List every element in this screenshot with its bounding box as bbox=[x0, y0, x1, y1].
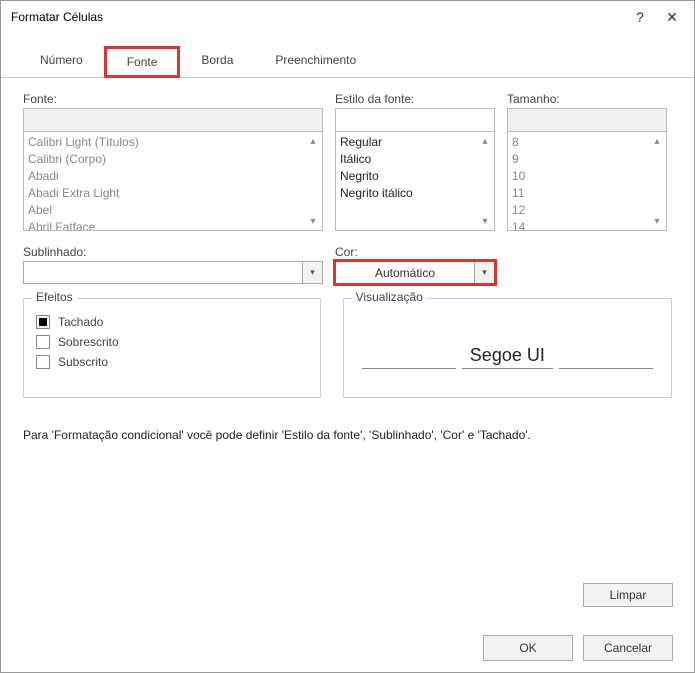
legend-efeitos: Efeitos bbox=[32, 290, 77, 304]
list-item[interactable]: Negrito bbox=[340, 168, 490, 185]
color-value: Automático bbox=[335, 261, 475, 284]
list-item[interactable]: 8 bbox=[512, 134, 662, 151]
label-tamanho: Tamanho: bbox=[507, 92, 667, 106]
dialog-title: Formatar Células bbox=[11, 10, 103, 24]
list-item[interactable]: Abadi bbox=[28, 168, 318, 185]
list-item[interactable]: Abel bbox=[28, 202, 318, 219]
font-style-list[interactable]: ▴ Regular Itálico Negrito Negrito itálic… bbox=[335, 131, 495, 231]
preview-rule bbox=[559, 368, 653, 369]
color-combo[interactable]: Automático ▾ bbox=[335, 261, 495, 284]
checkbox-icon bbox=[36, 355, 50, 369]
font-size-input[interactable] bbox=[507, 108, 667, 132]
cancel-button[interactable]: Cancelar bbox=[583, 635, 673, 661]
checkbox-label: Sobrescrito bbox=[58, 335, 119, 349]
list-item[interactable]: 12 bbox=[512, 202, 662, 219]
label-sublinhado: Sublinhado: bbox=[23, 245, 323, 259]
list-item[interactable]: Abadi Extra Light bbox=[28, 185, 318, 202]
checkbox-label: Tachado bbox=[58, 315, 103, 329]
tab-panel-fonte: Fonte: ▴ Calibri Light (Títulos) Calibri… bbox=[1, 78, 694, 452]
checkbox-label: Subscrito bbox=[58, 355, 108, 369]
label-fonte: Fonte: bbox=[23, 92, 323, 106]
font-style-input[interactable] bbox=[335, 108, 495, 132]
list-item[interactable]: 10 bbox=[512, 168, 662, 185]
chevron-down-icon[interactable]: ▾ bbox=[303, 261, 323, 284]
list-item[interactable]: Regular bbox=[340, 134, 490, 151]
label-cor: Cor: bbox=[335, 245, 495, 259]
close-button[interactable]: ✕ bbox=[658, 5, 686, 29]
list-item[interactable]: Calibri (Corpo) bbox=[28, 151, 318, 168]
clear-button[interactable]: Limpar bbox=[583, 583, 673, 607]
window-controls: ? ✕ bbox=[626, 5, 686, 29]
preview-sample-text: Segoe UI bbox=[462, 345, 553, 369]
preview-area: Segoe UI bbox=[356, 309, 659, 369]
tab-numero[interactable]: Número bbox=[19, 46, 104, 78]
scroll-down-icon[interactable]: ▾ bbox=[306, 214, 320, 228]
font-size-list[interactable]: ▴ 8 9 10 11 12 14 ▾ bbox=[507, 131, 667, 231]
underline-combo[interactable]: ▾ bbox=[23, 261, 323, 284]
tab-preenchimento[interactable]: Preenchimento bbox=[254, 46, 377, 78]
scroll-down-icon[interactable]: ▾ bbox=[478, 214, 492, 228]
list-item[interactable]: Calibri Light (Títulos) bbox=[28, 134, 318, 151]
list-item[interactable]: Itálico bbox=[340, 151, 490, 168]
list-item[interactable]: 14 bbox=[512, 219, 662, 231]
scroll-up-icon[interactable]: ▴ bbox=[306, 134, 320, 148]
preview-rule bbox=[362, 368, 456, 369]
ok-button[interactable]: OK bbox=[483, 635, 573, 661]
tab-strip: Número Fonte Borda Preenchimento bbox=[1, 45, 694, 78]
checkbox-icon bbox=[36, 315, 50, 329]
tab-borda[interactable]: Borda bbox=[180, 46, 254, 78]
checkbox-subscrito[interactable]: Subscrito bbox=[36, 355, 308, 369]
label-estilo: Estilo da fonte: bbox=[335, 92, 495, 106]
preview-group: Visualização Segoe UI bbox=[343, 298, 672, 398]
list-item[interactable]: Abril Fatface bbox=[28, 219, 318, 231]
list-item[interactable]: 11 bbox=[512, 185, 662, 202]
effects-group: Efeitos Tachado Sobrescrito Subscrito bbox=[23, 298, 321, 398]
help-button[interactable]: ? bbox=[626, 5, 654, 29]
scroll-down-icon[interactable]: ▾ bbox=[650, 214, 664, 228]
info-note: Para 'Formatação condicional' você pode … bbox=[23, 428, 672, 442]
list-item[interactable]: 9 bbox=[512, 151, 662, 168]
underline-value bbox=[23, 261, 303, 284]
font-name-input[interactable] bbox=[23, 108, 323, 132]
tab-fonte[interactable]: Fonte bbox=[104, 46, 181, 78]
titlebar: Formatar Células ? ✕ bbox=[1, 1, 694, 33]
font-name-list[interactable]: ▴ Calibri Light (Títulos) Calibri (Corpo… bbox=[23, 131, 323, 231]
scroll-up-icon[interactable]: ▴ bbox=[478, 134, 492, 148]
legend-visualizacao: Visualização bbox=[352, 290, 427, 304]
checkbox-sobrescrito[interactable]: Sobrescrito bbox=[36, 335, 308, 349]
checkbox-tachado[interactable]: Tachado bbox=[36, 315, 308, 329]
chevron-down-icon[interactable]: ▾ bbox=[475, 261, 495, 284]
scroll-up-icon[interactable]: ▴ bbox=[650, 134, 664, 148]
list-item[interactable]: Negrito itálico bbox=[340, 185, 490, 202]
checkbox-icon bbox=[36, 335, 50, 349]
